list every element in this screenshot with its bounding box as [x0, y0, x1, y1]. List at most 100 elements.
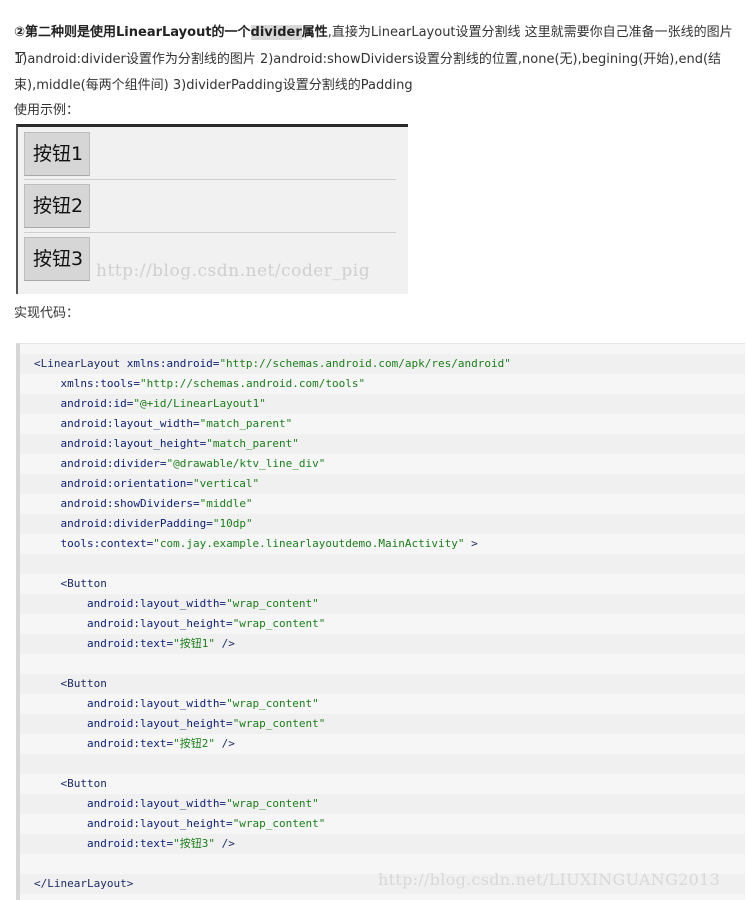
code-val: "wrap_content"	[232, 617, 326, 630]
intro-bold-tail: 属性	[301, 25, 328, 40]
code-val: "wrap_content"	[232, 817, 326, 830]
code-label: 实现代码：	[14, 306, 80, 321]
code-line: tools:context="com.jay.example.linearlay…	[20, 534, 745, 554]
code-line: android:text="按钮2" />	[20, 734, 745, 754]
demo-button-3: 按钮3	[24, 237, 90, 281]
code-val: "@drawable/ktv_line_div"	[166, 457, 326, 470]
code-line: <LinearLayout xmlns:android="http://sche…	[20, 354, 745, 374]
code-end: />	[214, 837, 235, 850]
code-val: "vertical"	[192, 477, 260, 490]
code-attr: android:layout_height=	[86, 617, 233, 630]
code-attr: android:showDividers=	[60, 497, 200, 510]
intro-line-3: 束),middle(每两个组件间) 3)dividerPadding设置分割线的…	[14, 78, 413, 93]
demo-screenshot: 按钮1 按钮2 按钮3 http://blog.csdn.net/coder_p…	[16, 124, 408, 294]
code-tag: <LinearLayout	[34, 357, 121, 370]
code-attr: tools:context=	[60, 537, 154, 550]
code-attr: android:text=	[86, 837, 174, 850]
demo-button-2: 按钮2	[24, 184, 90, 228]
code-watermark: http://blog.csdn.net/LIUXINGUANG2013	[378, 870, 721, 889]
code-line: <Button	[20, 674, 745, 694]
code-val: "wrap_content"	[226, 597, 319, 610]
code-attr: android:layout_width=	[86, 597, 227, 610]
code-val: "wrap_content"	[226, 697, 319, 710]
code-line: android:text="按钮3" />	[20, 834, 745, 854]
intro-bold-lead: ②第二种则是使用LinearLayout的一个	[14, 25, 251, 40]
code-line: <Button	[20, 774, 745, 794]
demo-watermark: http://blog.csdn.net/coder_pig	[96, 261, 371, 281]
code-attr: android:text=	[86, 737, 174, 750]
code-val: "10dp"	[212, 517, 253, 530]
code-attr: android:divider=	[60, 457, 167, 470]
demo-divider-1	[24, 179, 396, 180]
code-tag: <Button	[60, 777, 107, 790]
demo-button-1: 按钮1	[24, 132, 90, 176]
code-attr: xmlns:android=	[120, 357, 220, 370]
code-line: android:layout_height="wrap_content"	[20, 714, 745, 734]
code-line: android:id="@+id/LinearLayout1"	[20, 394, 745, 414]
intro-line-2: 1)android:divider设置作为分割线的图片 2)android:sh…	[14, 52, 722, 67]
code-end: />	[214, 737, 235, 750]
code-val: "按钮3"	[173, 837, 215, 850]
code-attr: android:layout_width=	[86, 797, 227, 810]
code-attr: android:layout_width=	[86, 697, 227, 710]
code-line: android:showDividers="middle"	[20, 494, 745, 514]
code-attr: android:dividerPadding=	[60, 517, 213, 530]
code-block: <LinearLayout xmlns:android="http://sche…	[16, 343, 745, 900]
code-attr: android:layout_width=	[60, 417, 200, 430]
code-line: <Button	[20, 574, 745, 594]
code-line	[20, 554, 745, 574]
code-attr: android:id=	[60, 397, 134, 410]
code-val: "按钮2"	[173, 737, 215, 750]
code-val: "@+id/LinearLayout1"	[133, 397, 266, 410]
code-line: android:dividerPadding="10dp"	[20, 514, 745, 534]
code-line	[20, 754, 745, 774]
code-val: "按钮1"	[173, 637, 215, 650]
code-attr: android:layout_height=	[86, 717, 233, 730]
code-attr: xmlns:tools=	[60, 377, 140, 390]
code-end: />	[214, 637, 235, 650]
code-tag: <Button	[60, 577, 107, 590]
code-attr: android:layout_height=	[60, 437, 207, 450]
code-line: android:layout_width="wrap_content"	[20, 694, 745, 714]
code-val: "com.jay.example.linearlayoutdemo.MainAc…	[153, 537, 465, 550]
code-line: android:divider="@drawable/ktv_line_div"	[20, 454, 745, 474]
code-attr: android:layout_height=	[86, 817, 233, 830]
code-line: xmlns:tools="http://schemas.android.com/…	[20, 374, 745, 394]
code-line: android:layout_width="match_parent"	[20, 414, 745, 434]
code-line: android:orientation="vertical"	[20, 474, 745, 494]
intro-highlight: divider	[250, 25, 302, 40]
code-line: android:layout_height="wrap_content"	[20, 814, 745, 834]
code-end: >	[464, 537, 478, 550]
code-val: "http://schemas.android.com/apk/res/andr…	[219, 357, 511, 370]
code-attr: android:orientation=	[60, 477, 193, 490]
code-val: "http://schemas.android.com/tools"	[139, 377, 366, 390]
code-line: android:layout_width="wrap_content"	[20, 594, 745, 614]
code-line: android:layout_height="match_parent"	[20, 434, 745, 454]
code-val: "match_parent"	[199, 417, 293, 430]
code-val: "middle"	[199, 497, 253, 510]
code-attr: android:text=	[86, 637, 174, 650]
code-line: android:layout_width="wrap_content"	[20, 794, 745, 814]
code-val: "wrap_content"	[226, 797, 319, 810]
example-label: 使用示例：	[14, 103, 80, 118]
